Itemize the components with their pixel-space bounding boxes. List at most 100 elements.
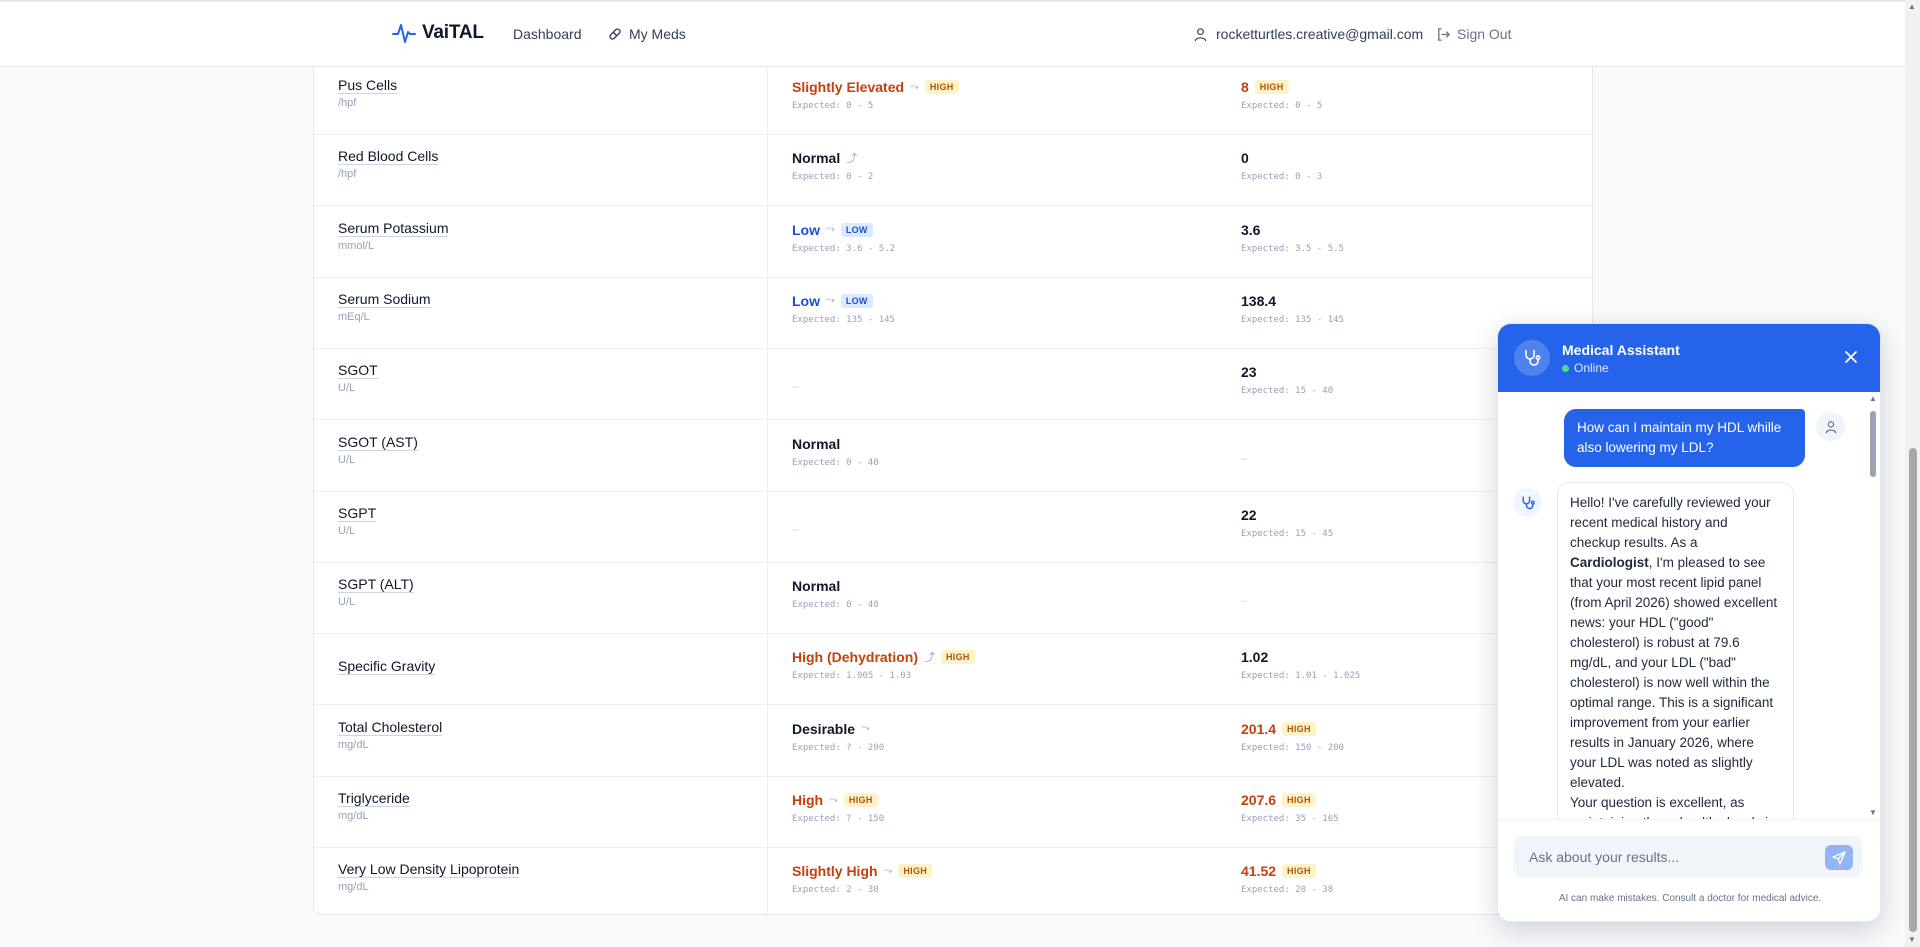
- result-cell-a: Desirable ⤳ Expected: ? - 200: [792, 719, 884, 753]
- expected-range: Expected: 1.01 - 1.025: [1241, 671, 1361, 682]
- chat-status-label: Online: [1574, 361, 1609, 375]
- result-cell-a: –: [792, 377, 799, 395]
- result-cell-a: –: [792, 520, 799, 538]
- test-unit: U/L: [338, 453, 356, 466]
- medical-assistant-chat: Medical Assistant Online How can I maint…: [1497, 323, 1881, 922]
- test-name-link[interactable]: SGPT: [338, 505, 377, 522]
- sign-out-label: Sign Out: [1457, 26, 1512, 42]
- expected-range: Expected: 3.6 - 5.2: [792, 243, 895, 254]
- chat-status: Online: [1562, 361, 1609, 375]
- result-cell-b: –: [1241, 449, 1248, 467]
- table-row: Pus Cells/hpf Slightly Elevated ⤳ HIGH Expec…: [314, 67, 1592, 135]
- test-name-cell: Very Low Density Lipoprotein mg/dL: [338, 861, 520, 893]
- result-cell-b: 138.4 Expected: 135 - 145: [1241, 291, 1344, 325]
- trend-down-icon: ⤳: [861, 722, 870, 735]
- test-name-link[interactable]: SGOT (AST): [338, 434, 418, 451]
- test-name-link[interactable]: Triglyceride: [338, 790, 410, 807]
- expected-range: Expected: 15 - 40: [1241, 386, 1334, 397]
- test-name-cell: Serum Potassium mmol/L: [338, 220, 449, 252]
- assistant-message-text: Hello! I've carefully reviewed your rece…: [1570, 495, 1771, 550]
- result-cell-b: 22 Expected: 15 - 45: [1241, 505, 1333, 539]
- test-name-link[interactable]: Total Cholesterol: [338, 719, 443, 736]
- test-unit: mmol/L: [338, 239, 375, 252]
- assistant-message: Hello! I've carefully reviewed your rece…: [1557, 482, 1794, 819]
- status-badge: HIGH: [1254, 80, 1289, 94]
- result-cell-a: High (Dehydration) ⤴ HIGH Expected: 1.005 -…: [792, 647, 975, 681]
- close-chat-button[interactable]: [1842, 348, 1860, 371]
- scroll-up-icon[interactable]: ▲: [1869, 394, 1877, 403]
- chat-header: Medical Assistant Online: [1498, 324, 1880, 392]
- test-name-link[interactable]: Pus Cells: [338, 77, 398, 94]
- status-label: Normal: [792, 578, 841, 595]
- page-scroll-down-icon[interactable]: ▼: [1908, 935, 1916, 944]
- chat-messages[interactable]: How can I maintain my HDL whille also lo…: [1498, 392, 1880, 819]
- result-value: 0: [1241, 150, 1249, 167]
- nav-dashboard[interactable]: Dashboard: [513, 26, 582, 42]
- status-badge: HIGH: [1282, 864, 1316, 879]
- page-scroll-thumb[interactable]: [1909, 448, 1917, 932]
- nav-dashboard-label: Dashboard: [513, 26, 582, 42]
- test-name-link[interactable]: Specific Gravity: [338, 658, 436, 676]
- user-icon: [1825, 420, 1836, 433]
- send-icon: [1832, 850, 1846, 865]
- empty-value: –: [792, 379, 799, 394]
- trend-down-icon: ⤳: [826, 223, 835, 236]
- test-name-link[interactable]: SGOT: [338, 362, 378, 380]
- page-scroll-up-icon[interactable]: ▲: [1908, 2, 1916, 11]
- test-name-link[interactable]: Red Blood Cells: [338, 148, 439, 166]
- brand-logo[interactable]: VaiTAL: [392, 22, 484, 44]
- result-cell-a: Normal ⤴ Expected: 0 - 2: [792, 148, 873, 182]
- table-row: SGOT (AST) U/L Normal Expected: 0 - 40 –: [314, 421, 1592, 492]
- table-row: Red Blood Cells/hpf Normal ⤴ Expected: 0 - …: [314, 135, 1592, 207]
- status-label: Low: [792, 292, 820, 309]
- assistant-message-bold: Cardiologist: [1570, 555, 1649, 570]
- expected-range: Expected: 3.5 - 5.5: [1241, 243, 1344, 254]
- online-indicator: [1562, 364, 1569, 372]
- chat-input[interactable]: [1513, 836, 1863, 878]
- status-label: High (Dehydration): [792, 649, 918, 666]
- sign-out-icon: [1438, 27, 1451, 41]
- table-row: Serum Sodium mEq/L Low ⤳ LOW Expected: 135 - …: [314, 278, 1592, 349]
- send-button[interactable]: [1825, 845, 1853, 870]
- table-row: SGPT (ALT) U/L Normal Expected: 0 - 40 –: [314, 563, 1592, 635]
- expected-range: Expected: 0 - 3: [1241, 172, 1323, 183]
- chat-scroll-thumb[interactable]: [1870, 411, 1876, 477]
- pulse-logo-icon: [392, 24, 416, 43]
- assistant-avatar-small: [1513, 488, 1542, 517]
- page-scrollbar[interactable]: ▲ ▼: [1905, 0, 1920, 947]
- expected-range: Expected: 20 - 38: [1241, 885, 1334, 896]
- status-badge: HIGH: [941, 650, 975, 665]
- status-badge: HIGH: [898, 864, 933, 879]
- test-name-link[interactable]: Serum Sodium: [338, 291, 431, 308]
- user-account[interactable]: rocketturtles.creative@gmail.com: [1193, 26, 1423, 42]
- test-name-cell: SGOT U/L: [338, 362, 378, 394]
- test-name-cell: SGPT U/L: [338, 505, 377, 537]
- result-value: 22: [1241, 506, 1257, 523]
- chat-scrollbar[interactable]: ▲ ▼: [1868, 394, 1878, 819]
- status-badge: HIGH: [924, 80, 959, 94]
- expected-range: Expected: 150 - 200: [1241, 742, 1344, 753]
- test-name-cell: Total Cholesterol mg/dL: [338, 719, 443, 751]
- status-label: Low: [792, 221, 820, 238]
- test-unit: /hpf: [338, 168, 357, 181]
- nav-my-meds[interactable]: My Meds: [607, 26, 686, 42]
- pill-icon: [609, 28, 621, 40]
- expected-range: Expected: 0 - 40: [792, 600, 879, 611]
- result-cell-b: 0 Expected: 0 - 3: [1241, 148, 1322, 182]
- expected-range: Expected: 15 - 45: [1241, 528, 1334, 539]
- status-label: Slightly Elevated: [792, 79, 905, 95]
- test-name-link[interactable]: Very Low Density Lipoprotein: [338, 861, 520, 879]
- expected-range: Expected: 135 - 145: [792, 314, 895, 325]
- test-name-cell: Pus Cells/hpf: [338, 77, 398, 109]
- result-cell-a: Slightly High ⤳ HIGH Expected: 2 - 30: [792, 861, 933, 895]
- status-label: Normal: [792, 150, 841, 167]
- status-label: Slightly High: [792, 863, 878, 880]
- chat-footer: AI can make mistakes. Consult a doctor f…: [1498, 819, 1880, 921]
- test-name-link[interactable]: SGPT (ALT): [338, 576, 414, 594]
- test-name-cell: Triglyceride mg/dL: [338, 790, 410, 822]
- sign-out-button[interactable]: Sign Out: [1436, 26, 1511, 42]
- table-row: SGPT U/L – 22 Expected: 15 - 45: [314, 492, 1592, 563]
- empty-value: –: [1241, 593, 1248, 608]
- test-name-link[interactable]: Serum Potassium: [338, 220, 449, 237]
- scroll-down-icon[interactable]: ▼: [1869, 808, 1877, 817]
